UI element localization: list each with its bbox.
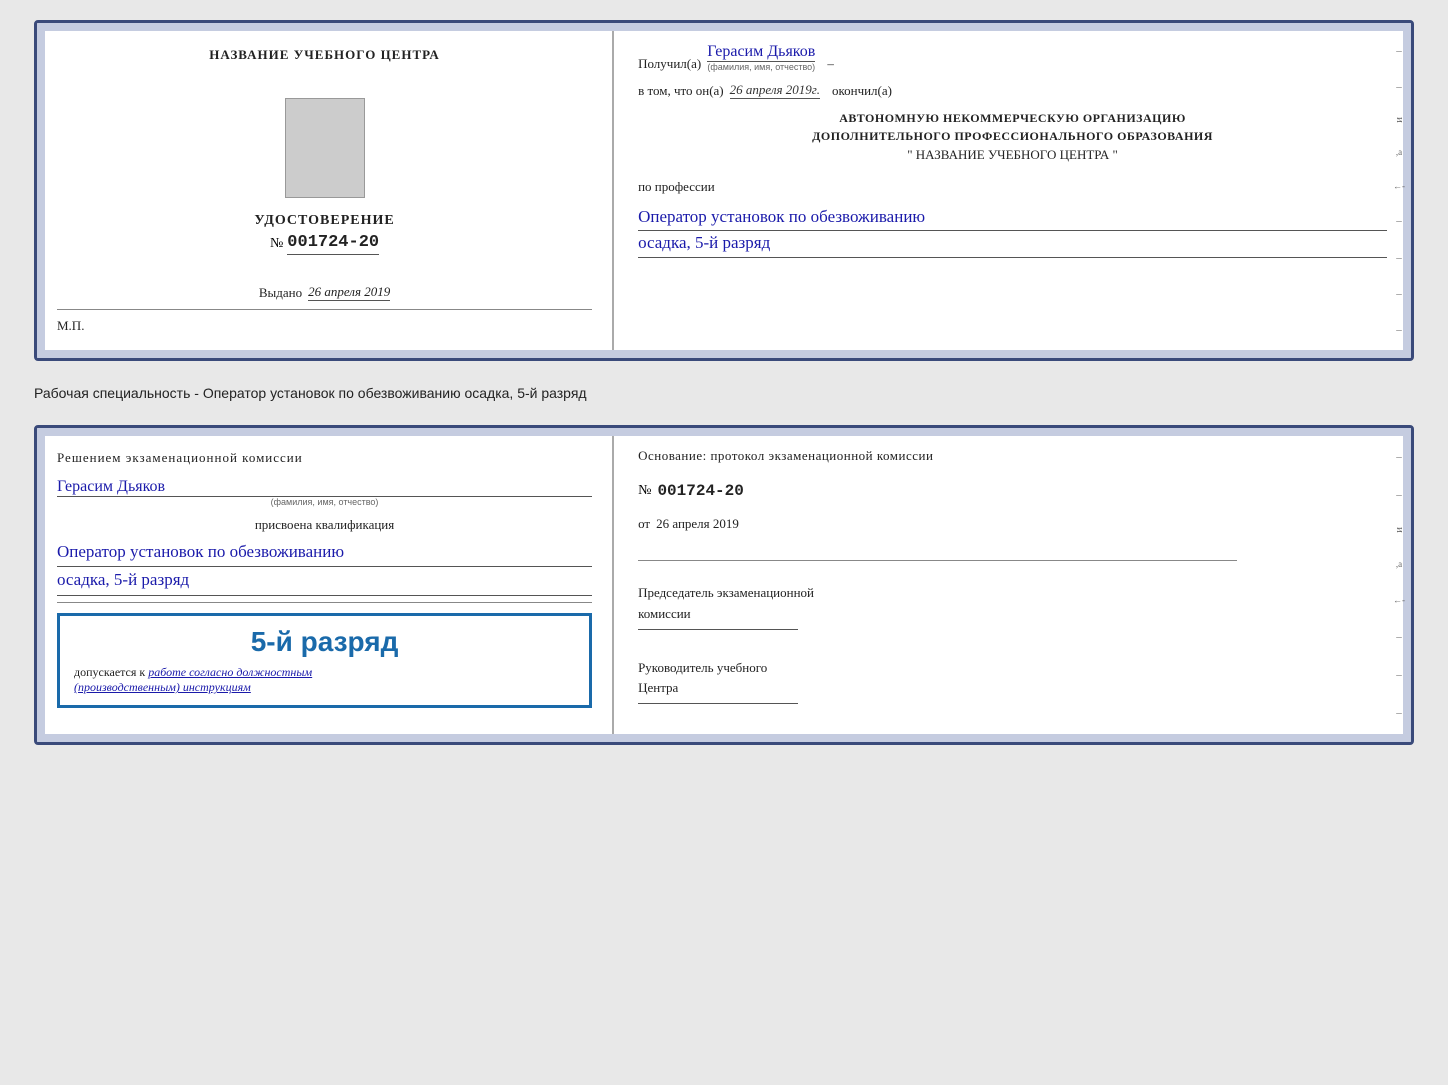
right-a-label: ,а xyxy=(1396,147,1402,157)
prisvoena-label: присвоена квалификация xyxy=(57,517,592,533)
profession-name: Оператор установок по обезвоживанию осад… xyxy=(638,205,1387,259)
recipient-name-wrapper: Герасим Дьяков (фамилия, имя, отчество) xyxy=(707,43,815,72)
protocol-num: 001724-20 xyxy=(657,482,743,500)
resheniem-title: Решением экзаменационной комиссии xyxy=(57,448,592,468)
poluchil-label: Получил(а) xyxy=(638,56,701,72)
ot-line: от 26 апреля 2019 xyxy=(638,516,1387,532)
bottom-name-wrapper: Герасим Дьяков (фамилия, имя, отчество) xyxy=(57,478,592,507)
number-prefix: № xyxy=(270,236,283,252)
qual-line1: Оператор установок по обезвоживанию xyxy=(57,539,592,568)
bottom-left-panel: Решением экзаменационной комиссии Гераси… xyxy=(37,428,614,742)
razryad-big-text: 5-й разряд xyxy=(74,626,575,658)
bottom-fio-note: (фамилия, имя, отчество) xyxy=(57,497,592,507)
recipient-name: Герасим Дьяков xyxy=(707,43,815,62)
okончил-label: окончил(а) xyxy=(832,83,892,99)
bottom-recipient-name: Герасим Дьяков xyxy=(57,478,592,497)
razryad-box: 5-й разряд допускается к работе согласно… xyxy=(57,613,592,709)
right-arrow-label: ←- xyxy=(1393,181,1405,191)
cert-left-panel: НАЗВАНИЕ УЧЕБНОГО ЦЕНТРА УДОСТОВЕРЕНИЕ №… xyxy=(37,23,614,358)
vydano-label: Выдано xyxy=(259,285,302,301)
rukovoditel-label2: Центра xyxy=(638,678,1387,699)
rukovoditel-signature-line xyxy=(638,703,798,704)
bottom-right-panel: Основание: протокол экзаменационной коми… xyxy=(614,428,1411,742)
bottom-right-and: и xyxy=(1393,527,1405,533)
predsedatel-signature-line xyxy=(638,629,798,630)
rukovoditel-block: Руководитель учебного Центра xyxy=(638,658,1387,705)
vtom-label: в том, что он(а) xyxy=(638,83,724,99)
separator-text: Рабочая специальность - Оператор установ… xyxy=(34,379,1414,407)
photo-placeholder xyxy=(285,98,365,198)
vydano-date: 26 апреля 2019 xyxy=(308,284,390,301)
org-quote: " НАЗВАНИЕ УЧЕБНОГО ЦЕНТРА " xyxy=(638,145,1387,165)
predsedatel-label2: комиссии xyxy=(638,604,1387,625)
protocol-prefix: № xyxy=(638,483,651,499)
vtom-date: 26 апреля 2019г. xyxy=(730,82,820,99)
udostoverenie-label: УДОСТОВЕРЕНИЕ xyxy=(254,213,394,229)
ot-label: от xyxy=(638,516,650,532)
org-block: АВТОНОМНУЮ НЕКОММЕРЧЕСКУЮ ОРГАНИЗАЦИЮ ДО… xyxy=(638,109,1387,165)
org-line1: АВТОНОМНУЮ НЕКОММЕРЧЕСКУЮ ОРГАНИЗАЦИЮ xyxy=(638,109,1387,127)
qual-line2: осадка, 5-й разряд xyxy=(57,567,592,596)
osnov-line: Основание: протокол экзаменационной коми… xyxy=(638,448,1387,464)
bottom-right-a: ,а xyxy=(1396,559,1402,569)
right-side-dashes: – – и ,а ←- – – – – xyxy=(1393,23,1405,358)
predsedatel-block: Председатель экзаменационной комиссии xyxy=(638,583,1387,630)
mp-label: М.П. xyxy=(57,318,84,334)
rukovoditel-label: Руководитель учебного xyxy=(638,658,1387,679)
ot-date: 26 апреля 2019 xyxy=(656,516,739,532)
po-professii-label: по профессии xyxy=(638,179,1387,195)
cert-number: 001724-20 xyxy=(287,233,379,255)
dopuskaetsya-suffix: (производственным) инструкциям xyxy=(74,680,575,695)
profession-line2: осадка, 5-й разряд xyxy=(638,231,1387,258)
cert-right-panel: Получил(а) Герасим Дьяков (фамилия, имя,… xyxy=(614,23,1411,358)
dopuskaetsya-link: работе согласно должностным xyxy=(148,665,312,679)
predsedatel-label: Председатель экзаменационной xyxy=(638,583,1387,604)
bottom-right-arrow: ←- xyxy=(1393,595,1405,605)
dash-label: – xyxy=(827,56,834,72)
org-line2: ДОПОЛНИТЕЛЬНОГО ПРОФЕССИОНАЛЬНОГО ОБРАЗО… xyxy=(638,127,1387,145)
bottom-right-side-dashes: – – и ,а ←- – – – xyxy=(1393,428,1405,742)
right-and-label: и xyxy=(1393,117,1405,123)
bottom-certificate: Решением экзаменационной комиссии Гераси… xyxy=(34,425,1414,745)
fio-note-top: (фамилия, имя, отчество) xyxy=(707,62,815,72)
top-certificate: НАЗВАНИЕ УЧЕБНОГО ЦЕНТРА УДОСТОВЕРЕНИЕ №… xyxy=(34,20,1414,361)
center-title: НАЗВАНИЕ УЧЕБНОГО ЦЕНТРА xyxy=(209,47,440,63)
dopuskaetsya-prefix: допускается к xyxy=(74,665,145,679)
profession-line1: Оператор установок по обезвоживанию xyxy=(638,205,1387,232)
qualification-block: Оператор установок по обезвоживанию осад… xyxy=(57,539,592,596)
poluchil-line: Получил(а) Герасим Дьяков (фамилия, имя,… xyxy=(638,43,1387,72)
dopuskaetsya-text: допускается к работе согласно должностны… xyxy=(74,664,575,681)
page-wrapper: НАЗВАНИЕ УЧЕБНОГО ЦЕНТРА УДОСТОВЕРЕНИЕ №… xyxy=(34,20,1414,745)
vtom-line: в том, что он(а) 26 апреля 2019г. окончи… xyxy=(638,82,1387,99)
